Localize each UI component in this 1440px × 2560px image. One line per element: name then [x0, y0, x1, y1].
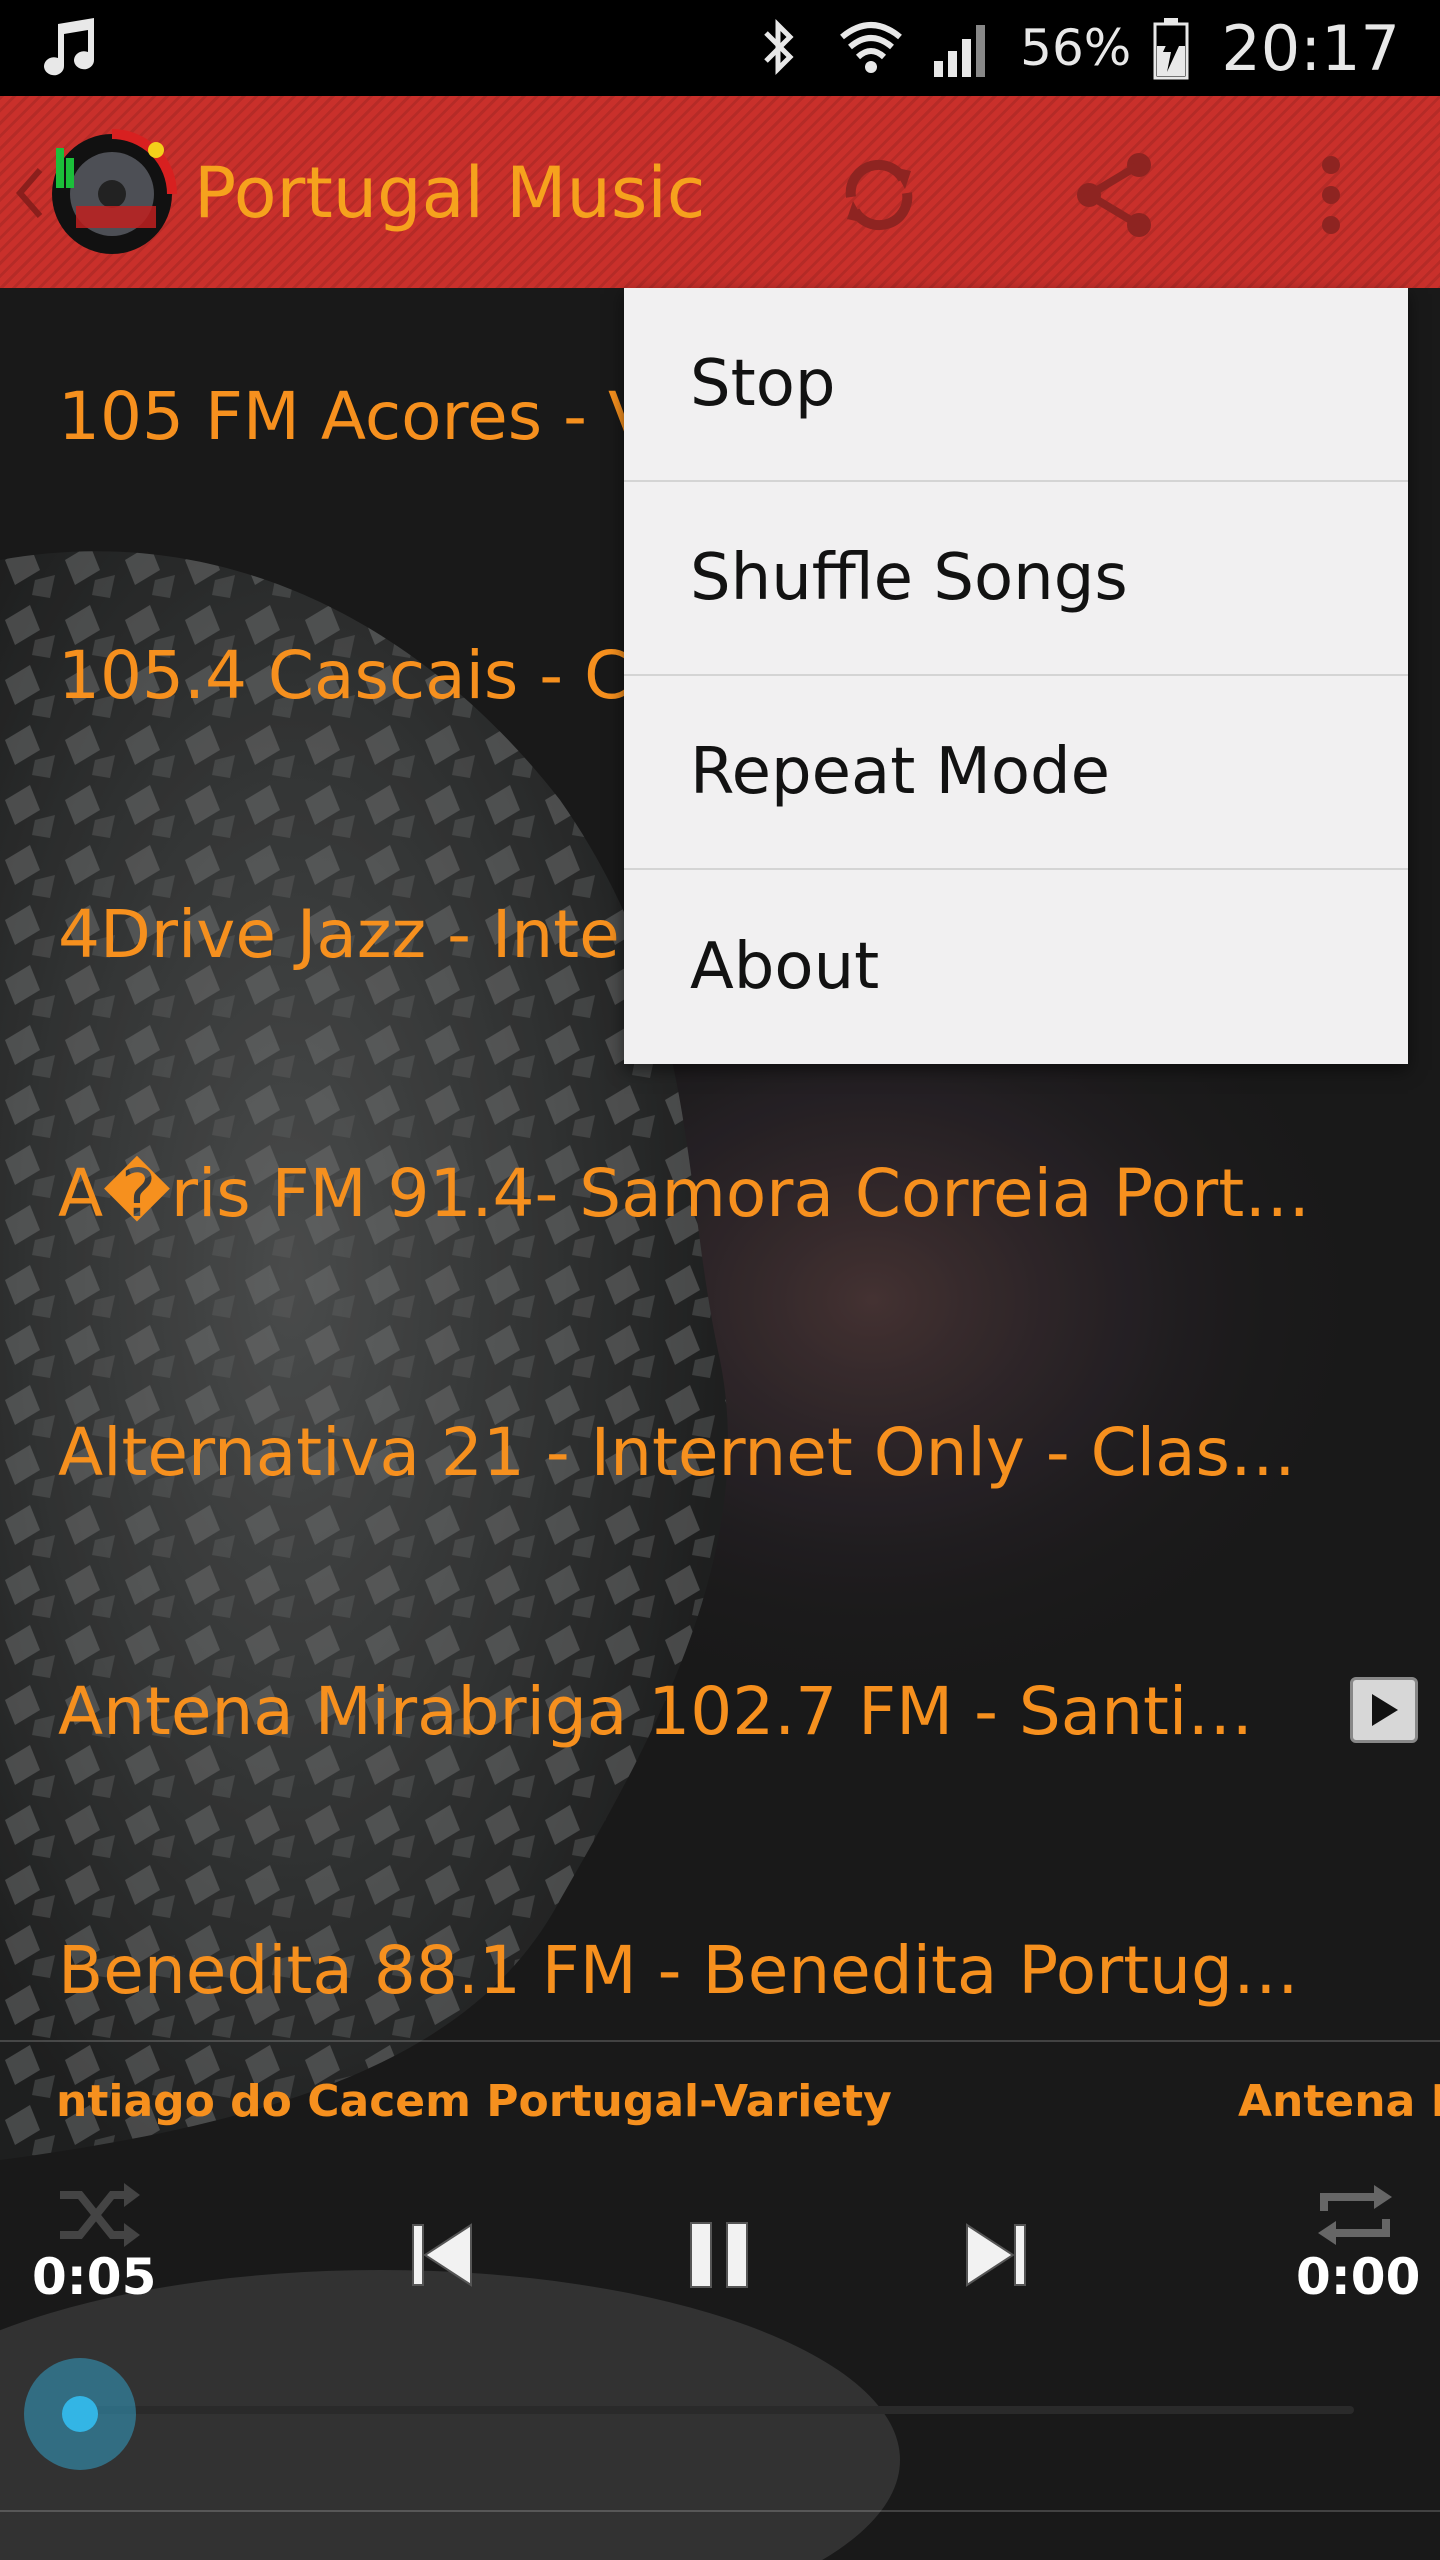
station-name: Antena Mirabriga 102.7 FM - Santiago … — [58, 1673, 1288, 1750]
back-icon[interactable] — [14, 166, 44, 220]
overflow-menu-icon — [1322, 156, 1340, 234]
repeat-icon — [1318, 2185, 1392, 2245]
station-item[interactable]: A�ris FM 91.4- Samora Correia Portu… — [0, 1065, 1440, 1324]
share-button[interactable] — [1060, 140, 1170, 250]
divider — [0, 2040, 1440, 2042]
battery-charging-icon — [1153, 18, 1189, 80]
app-bar: Portugal Music — [0, 96, 1440, 288]
signal-icon — [934, 25, 986, 77]
station-name: Alternativa 21 - Internet Only - Classic… — [58, 1414, 1318, 1491]
shuffle-icon — [60, 2183, 140, 2247]
next-icon — [966, 2223, 1026, 2287]
app-title: Portugal Music — [194, 152, 706, 234]
share-icon — [1077, 153, 1151, 237]
time-total: 0:00 — [1296, 2248, 1421, 2306]
status-bar: 56% 20:17 — [0, 0, 1440, 96]
overflow-menu-button[interactable] — [1276, 140, 1386, 250]
app-logo-icon — [52, 129, 177, 254]
now-playing-indicator — [1350, 1677, 1418, 1743]
wifi-icon — [840, 22, 903, 73]
battery-percent: 56% — [1020, 19, 1132, 77]
seek-bar[interactable] — [84, 2406, 1354, 2414]
refresh-button[interactable] — [824, 140, 934, 250]
now-playing-marquee-next: Antena M — [1238, 2076, 1440, 2127]
refresh-icon — [845, 159, 913, 231]
menu-item-repeat-mode[interactable]: Repeat Mode — [624, 676, 1408, 870]
now-playing-marquee: ntiago do Cacem Portugal-Variety — [56, 2076, 892, 2127]
music-note-icon — [44, 18, 95, 76]
station-name: A�ris FM 91.4- Samora Correia Portu… — [58, 1155, 1318, 1232]
menu-item-about[interactable]: About — [624, 870, 1408, 1064]
menu-item-stop[interactable]: Stop — [624, 288, 1408, 482]
pause-icon — [690, 2222, 748, 2288]
player-bar: ntiago do Cacem Portugal-Variety Antena … — [0, 2040, 1440, 2560]
seek-thumb[interactable] — [24, 2358, 136, 2470]
previous-button[interactable] — [396, 2210, 486, 2300]
station-item[interactable]: Alternativa 21 - Internet Only - Classic… — [0, 1324, 1440, 1583]
clock: 20:17 — [1221, 11, 1400, 85]
next-button[interactable] — [952, 2210, 1042, 2300]
station-item-playing[interactable]: Antena Mirabriga 102.7 FM - Santiago … — [0, 1583, 1440, 1842]
time-elapsed: 0:05 — [32, 2248, 157, 2306]
previous-icon — [412, 2223, 472, 2287]
station-name: Benedita 88.1 FM - Benedita Portugal … — [58, 1932, 1318, 2009]
bluetooth-icon — [764, 18, 794, 76]
overflow-menu: Stop Shuffle Songs Repeat Mode About — [624, 288, 1408, 1064]
menu-item-shuffle-songs[interactable]: Shuffle Songs — [624, 482, 1408, 676]
seek-thumb-core — [62, 2396, 98, 2432]
divider — [0, 2510, 1440, 2512]
play-icon — [1372, 1694, 1398, 1726]
pause-button[interactable] — [674, 2210, 764, 2300]
